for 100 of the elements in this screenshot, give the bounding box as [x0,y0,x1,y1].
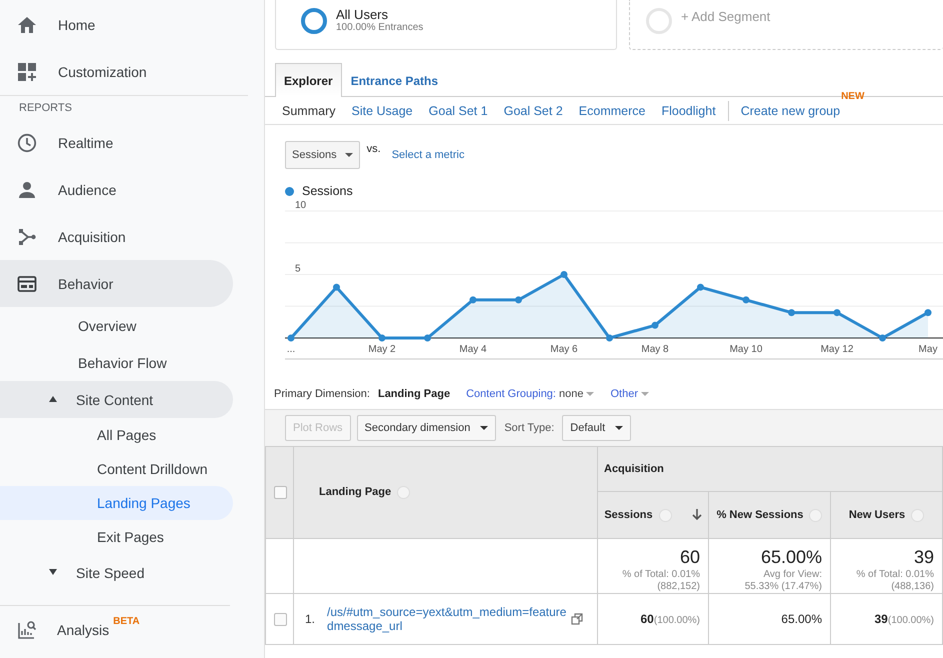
data-point[interactable] [879,334,886,342]
column-header[interactable]: New Users [830,492,942,538]
tab[interactable]: Explorer [275,63,342,97]
column-header[interactable]: Sessions [598,492,708,538]
segment-card[interactable]: All Users 100.00% Entrances [275,0,617,50]
page-link[interactable]: /us/#utm_source=yext&utm_medium=featuredmessage_url [327,604,570,634]
secondary-dimension-dropdown[interactable]: Secondary dimension [356,415,496,441]
nav-item[interactable]: Analysis $^{BETA}$ [0,606,233,654]
segment-ring-icon [301,8,327,34]
data-point[interactable] [288,334,294,342]
data-point[interactable] [606,334,613,342]
nav-item[interactable]: Site Content [0,381,233,418]
nav-item[interactable]: Site Speed [0,554,233,591]
nav-item[interactable]: Customization [0,48,233,95]
nav-item[interactable]: Home [0,1,233,48]
nav-item[interactable]: Overview [0,307,233,344]
table-cell: 60 [640,612,654,626]
total-value: 60 [678,547,700,568]
data-point[interactable] [515,296,522,304]
nav-item[interactable]: Content Drilldown [0,452,233,486]
nav-item[interactable]: Behavior [0,260,233,307]
total-note: (882,152) [656,581,700,593]
branch-icon [17,226,37,246]
segment-subtitle: 100.00% Entrances [336,22,424,32]
subtab-link[interactable]: Summary [282,104,336,118]
sort-type-label: Sort Type: [504,422,554,434]
total-note: % of Total: 0.01% [621,569,700,581]
browser-window-icon [17,274,37,294]
y-tick-label: 10 [295,201,306,211]
data-point[interactable] [470,296,476,304]
sort-down-arrow-icon[interactable] [692,509,702,521]
subtab-link[interactable]: Site Usage [351,104,413,118]
expand-triangle-icon [49,569,57,575]
x-tick-label: May 2 [368,344,396,355]
select-metric-link[interactable]: Select a metric [392,149,464,161]
data-point[interactable] [742,296,750,304]
create-group-link[interactable]: Create new group [740,104,840,118]
dimension-menu[interactable]: Content Grouping: [466,388,556,400]
table-cell: 39 [874,612,888,626]
data-point[interactable] [560,271,568,278]
checkbox[interactable] [274,486,287,499]
person-icon [17,180,37,200]
column-header[interactable]: % New Sessions [708,492,830,538]
row-index: 1. [305,612,316,626]
caret-icon [480,426,488,430]
sort-type-dropdown[interactable]: Default [562,415,632,441]
dimension-menu[interactable]: Other [610,388,638,400]
nav-item[interactable]: All Pages [0,418,233,452]
nav-item[interactable]: Landing Pages [0,486,233,520]
total-value: 65.00% [760,547,822,568]
open-window-icon[interactable] [571,613,584,625]
caret-icon [586,392,594,396]
data-point[interactable] [697,284,704,291]
table-cell: 65.00% [781,612,822,626]
segment-ring-icon [646,8,672,34]
metric-dropdown[interactable]: Sessions [285,141,360,169]
dimension-option[interactable]: Landing Page [378,388,450,400]
legend-label: Sessions [302,184,353,198]
collapse-triangle-icon [49,396,57,402]
group-header: Acquisition [604,463,664,475]
data-point[interactable] [788,309,795,316]
segment-title: All Users [336,6,390,22]
subtab-link[interactable]: Ecommerce [578,104,646,118]
subtab-link[interactable]: Goal Set 1 [428,104,488,118]
y-tick-label: 5 [295,264,301,274]
grid-plus-icon [17,62,37,82]
caret-icon [344,153,353,157]
x-tick-label: May [918,344,938,355]
checkbox[interactable] [274,612,287,626]
data-point[interactable] [378,334,386,342]
dimension-value: none [558,388,584,400]
nav-item[interactable]: Behavior Flow [0,344,233,381]
data-point[interactable] [333,284,340,291]
data-point[interactable] [652,322,658,329]
total-note: 55.33% (17.47%) [744,581,822,593]
column-header: Landing Page [319,486,392,498]
data-point[interactable] [424,334,431,342]
clock-icon [17,132,37,152]
new-label: NEW [841,91,864,102]
caret-icon [615,426,624,430]
subtab-link[interactable]: Goal Set 2 [504,104,563,118]
nav-item[interactable]: Exit Pages [0,520,233,554]
x-tick-label: May 8 [641,344,669,355]
nav-item[interactable]: Realtime [0,119,233,166]
nav-item[interactable]: Audience [0,166,233,213]
total-note: Avg for View: [762,569,822,581]
total-note: (488,136) [890,581,934,593]
total-value: 39 [912,547,934,568]
share-percent: (100.00%) [654,615,700,626]
x-tick-label: May 4 [459,344,487,355]
x-tick-label: May 6 [550,344,578,355]
add-segment-label: + Add Segment [681,9,770,24]
subtab-link[interactable]: Floodlight [661,104,716,118]
x-tick-label: May 12 [820,344,854,355]
tab[interactable]: Entrance Paths [342,64,448,97]
data-point[interactable] [924,309,932,316]
data-point[interactable] [834,309,840,316]
vs-label: vs. [366,143,381,155]
nav-item[interactable]: Acquisition [0,213,233,260]
x-tick-label: ... [286,344,296,355]
